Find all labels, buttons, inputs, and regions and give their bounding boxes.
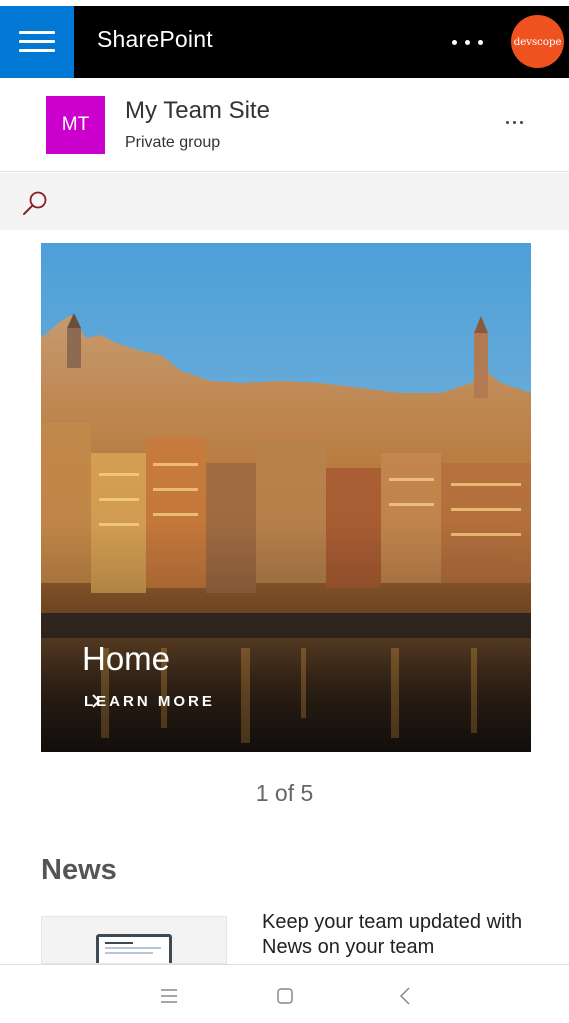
site-logo: MT [46,96,105,154]
more-options-button[interactable] [446,28,486,56]
learn-more-label: LEARN MORE [84,693,215,710]
org-avatar[interactable]: devscope [511,15,564,68]
learn-more-link[interactable]: LEARN MORE [84,693,215,710]
site-more-button[interactable] [502,112,528,132]
site-name[interactable]: My Team Site [125,97,270,125]
search-bar[interactable] [0,173,569,230]
site-type: Private group [125,134,221,151]
app-title: SharePoint [97,26,213,52]
site-header: MT My Team Site Private group [0,78,569,172]
home-icon[interactable] [274,985,296,1007]
hamburger-menu-button[interactable] [0,6,74,78]
device-illustration [96,934,172,963]
back-icon[interactable] [395,985,417,1007]
chevron-right-icon [92,694,101,708]
carousel-pager: 1 of 5 [255,780,314,806]
news-heading: News [41,854,117,886]
system-nav-bar [0,964,569,1023]
news-item-title[interactable]: Keep your team updated with News on your… [262,910,542,960]
hero-title: Home [82,640,171,677]
app-top-bar: SharePoint devscope [0,6,569,78]
menu-icon[interactable] [158,985,180,1007]
hero-carousel[interactable]: Home LEARN MORE [41,243,531,752]
news-thumbnail[interactable] [41,916,227,964]
search-icon[interactable] [21,189,49,217]
